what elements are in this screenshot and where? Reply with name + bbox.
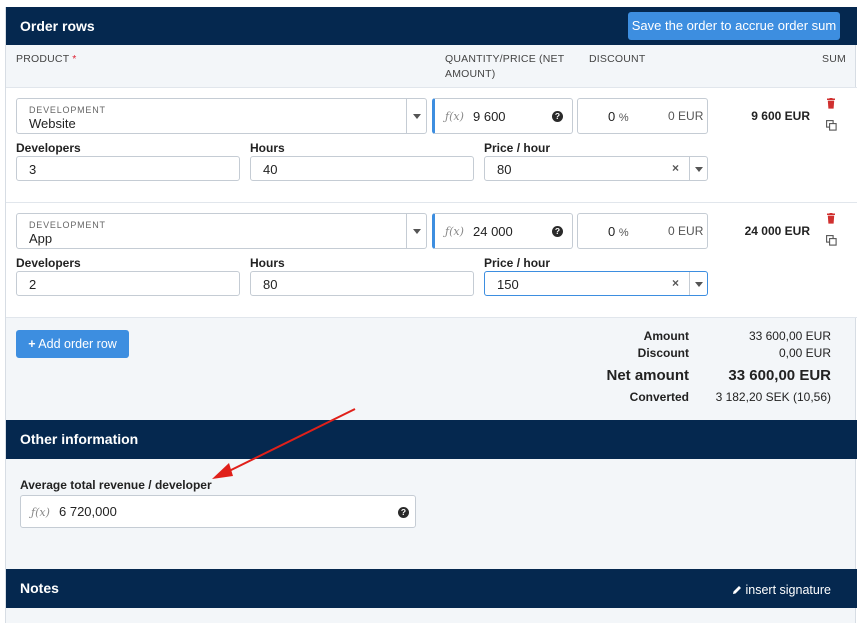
annotation-arrow: [212, 408, 356, 479]
